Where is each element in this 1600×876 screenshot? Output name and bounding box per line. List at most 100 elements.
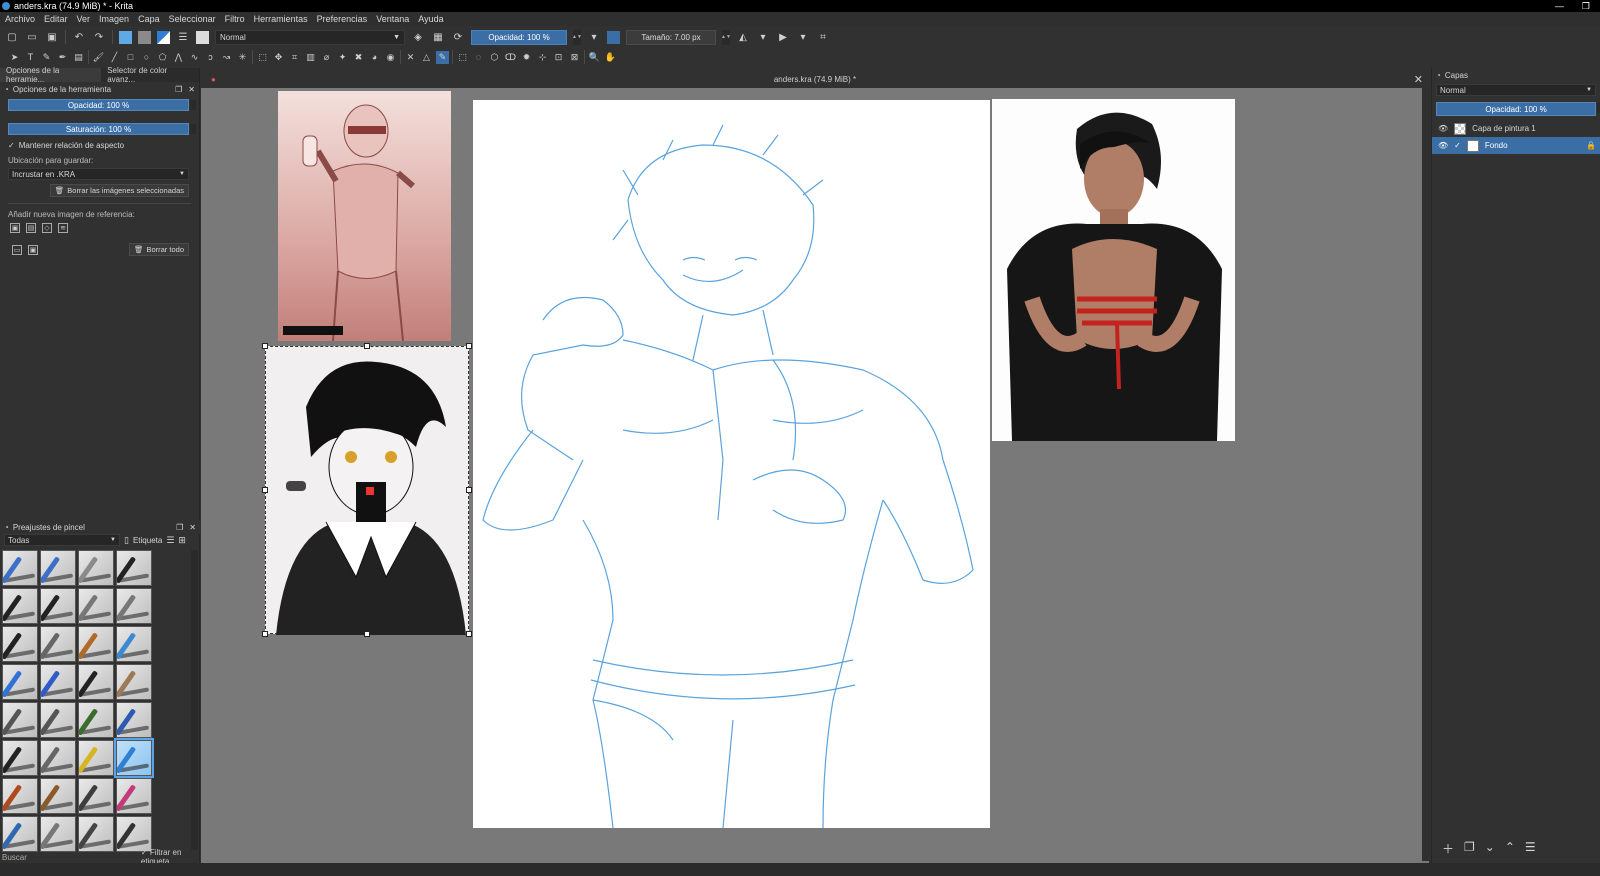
color-picker-tool-icon[interactable]: ⌀ xyxy=(320,51,333,64)
lock-icon[interactable]: 🔒 xyxy=(1586,141,1600,150)
save-set-icon[interactable]: ▣ xyxy=(28,244,38,255)
open-document-icon[interactable]: ▭ xyxy=(25,30,39,44)
enclose-fill-tool-icon[interactable]: ◉ xyxy=(384,51,397,64)
chevron-down-icon[interactable]: ▾ xyxy=(796,30,810,44)
layer-blend-mode-select[interactable]: Normal ▼ xyxy=(1436,84,1596,96)
opacity-slider[interactable]: Opacidad: 100 % xyxy=(8,99,196,111)
fill-tool-icon[interactable]: ◕ xyxy=(368,51,381,64)
brush-preset-thumbnail[interactable] xyxy=(2,626,38,662)
menu-ayuda[interactable]: Ayuda xyxy=(418,14,443,24)
load-set-icon[interactable]: ▭ xyxy=(12,244,22,255)
polygonal-selection-icon[interactable]: ⬡ xyxy=(488,51,501,64)
eye-icon[interactable]: 👁 xyxy=(1438,124,1448,133)
size-slider[interactable]: Tamaño: 7.00 px xyxy=(626,29,716,45)
delete-all-button[interactable]: 🗑 Borrar todo xyxy=(128,243,189,256)
edit-shapes-tool-icon[interactable]: ✎ xyxy=(40,51,53,64)
size-spinner[interactable]: ▲▼ xyxy=(721,29,731,45)
tag-label[interactable]: Etiqueta xyxy=(133,536,162,545)
reference-image-dark[interactable] xyxy=(992,99,1235,441)
tab-color-selector[interactable]: Selector de color avanz... xyxy=(101,66,199,84)
brush-preset-thumbnail[interactable] xyxy=(40,778,76,814)
select-shapes-tool-icon[interactable]: ➤ xyxy=(8,51,21,64)
freehand-selection-icon[interactable]: ↀ xyxy=(504,51,517,64)
brush-preset-thumbnail[interactable] xyxy=(2,816,38,852)
brush-preset-thumbnail[interactable] xyxy=(40,550,76,586)
save-location-select[interactable]: Incrustar en .KRA ▼ xyxy=(8,168,189,180)
brush-preset-thumbnail[interactable] xyxy=(116,664,152,700)
menu-herramientas[interactable]: Herramientas xyxy=(254,14,308,24)
menu-editar[interactable]: Editar xyxy=(44,14,68,24)
alpha-lock-icon[interactable]: ▦ xyxy=(431,30,445,44)
brush-preset-thumbnail[interactable] xyxy=(78,778,114,814)
polygon-tool-icon[interactable]: ⬠ xyxy=(156,51,169,64)
brush-preset-thumbnail[interactable] xyxy=(116,588,152,624)
gradient-swatch[interactable] xyxy=(119,30,132,44)
brush-preset-thumbnail[interactable] xyxy=(40,588,76,624)
dynamic-brush-tool-icon[interactable]: ↝ xyxy=(220,51,233,64)
reload-preset-icon[interactable]: ⟳ xyxy=(451,30,465,44)
move-down-icon[interactable]: ⌄ xyxy=(1485,840,1495,857)
check-icon[interactable]: ✓ xyxy=(1454,141,1461,150)
canvas-area[interactable]: ● anders.kra (74.9 MiB) * ✕ xyxy=(201,70,1429,863)
rectangular-selection-icon[interactable]: ⬚ xyxy=(456,51,469,64)
magnetic-selection-icon[interactable]: ⊠ xyxy=(568,51,581,64)
brush-preset-thumbnail[interactable] xyxy=(40,702,76,738)
menu-ver[interactable]: Ver xyxy=(77,14,91,24)
transform-handle[interactable] xyxy=(262,343,268,349)
layer-menu-icon[interactable]: ☰ xyxy=(1525,840,1536,857)
eye-icon[interactable]: 👁 xyxy=(1438,141,1448,150)
brush-scrollbar[interactable] xyxy=(191,550,198,850)
menu-archivo[interactable]: Archivo xyxy=(5,14,35,24)
tab-tool-options[interactable]: Opciones de la herramie... xyxy=(0,66,102,84)
reference-image-pink[interactable] xyxy=(278,91,451,342)
lock-icon[interactable]: ◔ xyxy=(4,85,9,94)
layer-row-selected[interactable]: 👁 ✓ Fondo 🔒 xyxy=(1432,137,1600,154)
menu-preferencias[interactable]: Preferencias xyxy=(317,14,368,24)
saturation-slider[interactable]: Saturación: 100 % xyxy=(8,123,196,135)
add-layer-icon[interactable]: ＋ xyxy=(1442,840,1454,857)
eraser-icon[interactable]: ◈ xyxy=(411,30,425,44)
menu-imagen[interactable]: Imagen xyxy=(99,14,129,24)
menu-ventana[interactable]: Ventana xyxy=(376,14,409,24)
brush-preset-button[interactable] xyxy=(196,30,209,44)
brush-preset-thumbnail[interactable] xyxy=(78,816,114,852)
transform-handle[interactable] xyxy=(262,487,268,493)
brush-preset-thumbnail[interactable] xyxy=(78,664,114,700)
brush-preset-thumbnail[interactable] xyxy=(2,588,38,624)
brush-preset-thumbnail[interactable] xyxy=(40,740,76,776)
mirror-horizontal-icon[interactable]: ◭ xyxy=(736,30,750,44)
transform-handle[interactable] xyxy=(364,343,370,349)
chevron-down-icon[interactable]: ▾ xyxy=(587,30,601,44)
duplicate-layer-icon[interactable]: ❐ xyxy=(1464,840,1475,857)
menu-filtro[interactable]: Filtro xyxy=(225,14,245,24)
opacity-slider[interactable]: Opacidad: 100 % xyxy=(471,29,567,45)
chevron-down-icon[interactable]: ▾ xyxy=(756,30,770,44)
brush-preset-thumbnail[interactable] xyxy=(114,738,154,778)
crop-tool-icon[interactable]: ⌗ xyxy=(288,51,301,64)
brush-preset-thumbnail[interactable] xyxy=(78,626,114,662)
close-icon[interactable]: ✕ xyxy=(188,85,195,94)
text-tool-icon[interactable]: T xyxy=(24,51,37,64)
brush-preset-thumbnail[interactable] xyxy=(40,626,76,662)
pan-tool-icon[interactable]: ✋ xyxy=(604,51,617,64)
line-tool-icon[interactable]: ╱ xyxy=(108,51,121,64)
similar-color-selection-icon[interactable]: ⊹ xyxy=(536,51,549,64)
multibrush-tool-icon[interactable]: ✳ xyxy=(236,51,249,64)
transform-handle[interactable] xyxy=(466,343,472,349)
transform-handle[interactable] xyxy=(262,631,268,637)
add-from-file-icon[interactable]: ▣ xyxy=(10,223,20,233)
preset-filter-select[interactable]: Todas ▼ xyxy=(4,534,120,546)
brush-preset-thumbnail[interactable] xyxy=(2,550,38,586)
bezier-tool-icon[interactable]: ∿ xyxy=(188,51,201,64)
assistant-tool-icon[interactable]: ✕ xyxy=(404,51,417,64)
calligraphy-tool-icon[interactable]: ✒ xyxy=(56,51,69,64)
move-up-icon[interactable]: ⌃ xyxy=(1505,840,1515,857)
tag-icon[interactable]: ▯ xyxy=(124,535,129,546)
search-input[interactable]: Buscar xyxy=(2,853,27,862)
gradient-tool-icon[interactable]: ▤ xyxy=(72,51,85,64)
float-icon[interactable]: ❐ xyxy=(176,523,183,532)
color-swatch[interactable] xyxy=(157,30,170,44)
brush-preset-thumbnail[interactable] xyxy=(116,702,152,738)
brush-preset-thumbnail[interactable] xyxy=(78,702,114,738)
close-document-icon[interactable]: ✕ xyxy=(1414,73,1423,86)
